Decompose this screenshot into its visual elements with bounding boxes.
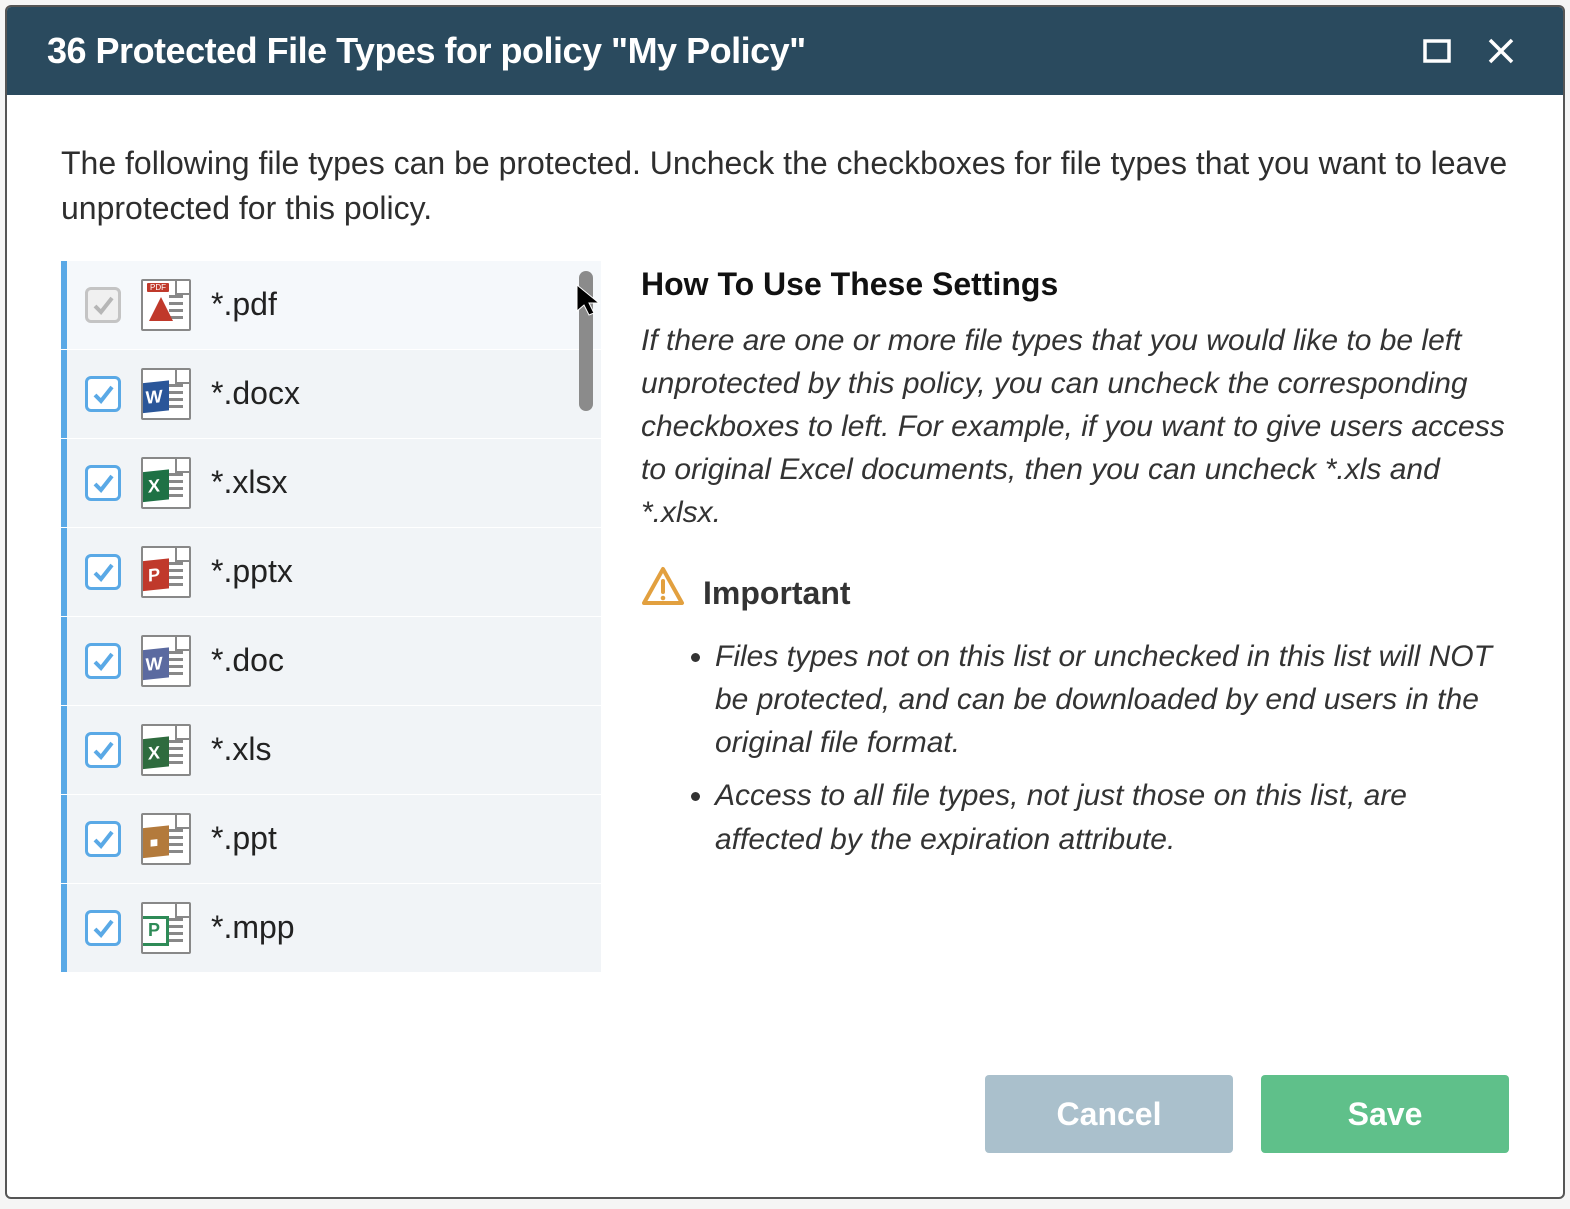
maximize-button[interactable] — [1415, 29, 1459, 73]
close-button[interactable] — [1479, 29, 1523, 73]
pdf-file-icon: PDF — [139, 278, 193, 332]
file-checkbox[interactable] — [85, 376, 121, 412]
excel-file-icon: X — [139, 456, 193, 510]
titlebar: 36 Protected File Types for policy "My P… — [7, 7, 1563, 95]
file-checkbox — [85, 287, 121, 323]
file-checkbox[interactable] — [85, 465, 121, 501]
word-file-icon: W — [139, 367, 193, 421]
file-row[interactable]: ■ *.ppt — [61, 795, 601, 883]
file-checkbox[interactable] — [85, 643, 121, 679]
file-checkbox[interactable] — [85, 732, 121, 768]
file-checkbox[interactable] — [85, 554, 121, 590]
file-checkbox[interactable] — [85, 821, 121, 857]
file-checkbox[interactable] — [85, 910, 121, 946]
dialog-title: 36 Protected File Types for policy "My P… — [47, 30, 1395, 72]
file-row[interactable]: P *.mpp — [61, 884, 601, 972]
file-extension-label: *.xls — [211, 731, 271, 768]
info-description: If there are one or more file types that… — [641, 319, 1509, 535]
warning-icon — [641, 565, 685, 621]
dialog-footer: Cancel Save — [7, 1047, 1563, 1197]
file-list-panel: PDF *.pdf W *.docx X *.xlsx P *.pptx W *.doc X *.xl… — [61, 261, 601, 1017]
file-row[interactable]: PDF *.pdf — [61, 261, 601, 349]
maximize-icon — [1422, 36, 1452, 66]
pptold-file-icon: ■ — [139, 812, 193, 866]
file-extension-label: *.xlsx — [211, 464, 287, 501]
file-row[interactable]: X *.xls — [61, 706, 601, 794]
cancel-button[interactable]: Cancel — [985, 1075, 1233, 1153]
file-row[interactable]: W *.docx — [61, 350, 601, 438]
info-heading: How To Use These Settings — [641, 261, 1509, 307]
important-bullet: Files types not on this list or unchecke… — [715, 635, 1509, 765]
file-extension-label: *.pdf — [211, 286, 277, 323]
file-extension-label: *.ppt — [211, 820, 277, 857]
intro-text: The following file types can be protecte… — [61, 141, 1509, 231]
info-panel: How To Use These Settings If there are o… — [641, 261, 1509, 1017]
important-label: Important — [703, 570, 851, 616]
important-list: Files types not on this list or unchecke… — [641, 635, 1509, 861]
important-header: Important — [641, 565, 1509, 621]
file-extension-label: *.docx — [211, 375, 300, 412]
file-row[interactable]: X *.xlsx — [61, 439, 601, 527]
dialog-body: The following file types can be protecte… — [7, 95, 1563, 1047]
important-bullet: Access to all file types, not just those… — [715, 774, 1509, 860]
dialog-window: 36 Protected File Types for policy "My P… — [5, 5, 1565, 1199]
scrollbar[interactable] — [579, 271, 593, 966]
close-icon — [1486, 36, 1516, 66]
file-extension-label: *.mpp — [211, 909, 295, 946]
file-row[interactable]: P *.pptx — [61, 528, 601, 616]
cursor-icon — [575, 283, 601, 322]
file-list: PDF *.pdf W *.docx X *.xlsx P *.pptx W *.doc X *.xl… — [61, 261, 601, 1017]
ppt-file-icon: P — [139, 545, 193, 599]
file-extension-label: *.pptx — [211, 553, 293, 590]
content-columns: PDF *.pdf W *.docx X *.xlsx P *.pptx W *.doc X *.xl… — [61, 261, 1509, 1017]
excelold-file-icon: X — [139, 723, 193, 777]
file-row[interactable]: W *.doc — [61, 617, 601, 705]
wordold-file-icon: W — [139, 634, 193, 688]
save-button[interactable]: Save — [1261, 1075, 1509, 1153]
file-extension-label: *.doc — [211, 642, 284, 679]
project-file-icon: P — [139, 901, 193, 955]
